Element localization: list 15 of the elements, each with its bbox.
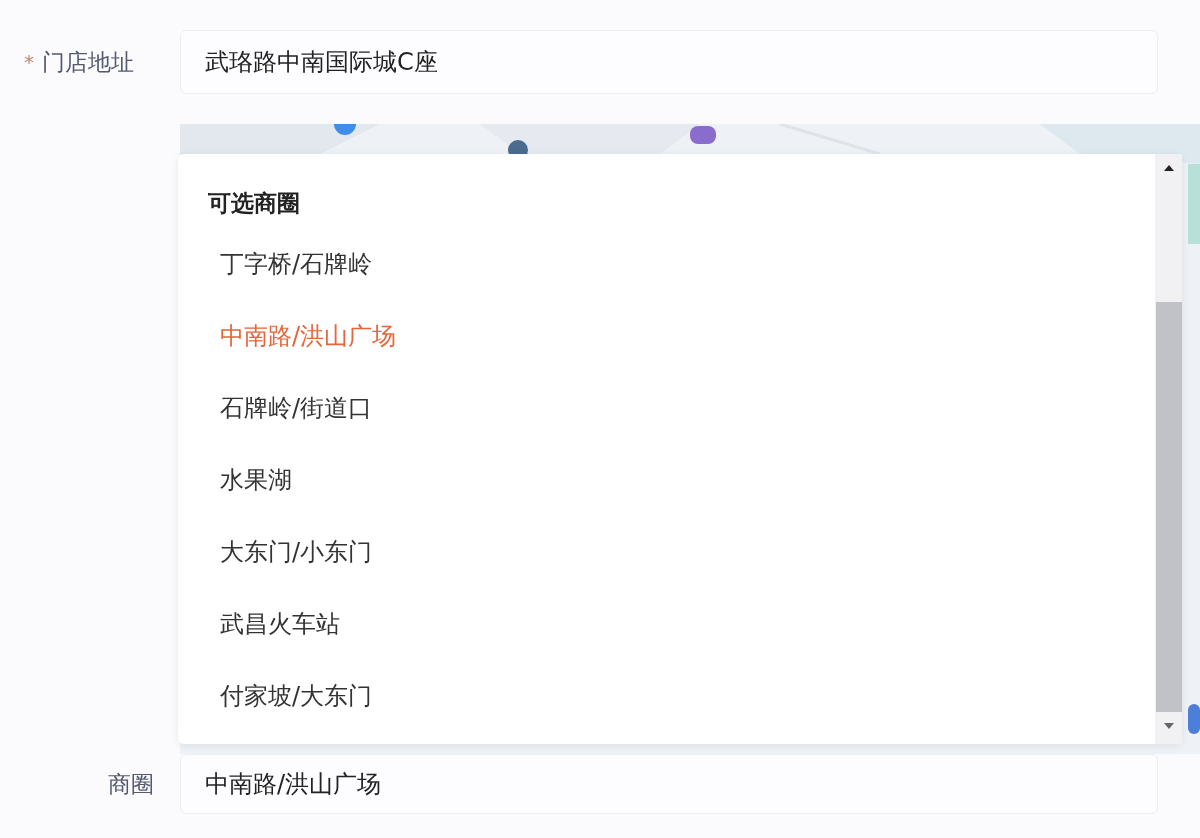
dropdown-option[interactable]: 丁字桥/石牌岭 — [208, 228, 1155, 300]
dropdown-title: 可选商圈 — [208, 189, 301, 218]
scrollbar[interactable] — [1155, 154, 1182, 744]
district-field[interactable]: 中南路/洪山广场 — [180, 754, 1158, 814]
scroll-down-icon[interactable] — [1162, 722, 1175, 730]
scrollbar-thumb[interactable] — [1155, 302, 1182, 712]
dropdown-option[interactable]: 付家坡/大东门 — [208, 660, 1155, 732]
dropdown-option[interactable]: 大东门/小东门 — [208, 516, 1155, 588]
dropdown-option[interactable]: 石牌岭/街道口 — [208, 372, 1155, 444]
address-field[interactable]: 武珞路中南国际城C座 — [180, 30, 1158, 94]
field-label: 门店地址 — [42, 47, 134, 77]
field-label: 商圈 — [108, 769, 154, 799]
dropdown-option[interactable]: 武昌火车站 — [208, 588, 1155, 660]
dropdown-option[interactable]: 水果湖 — [208, 444, 1155, 516]
required-mark: * — [24, 50, 34, 74]
